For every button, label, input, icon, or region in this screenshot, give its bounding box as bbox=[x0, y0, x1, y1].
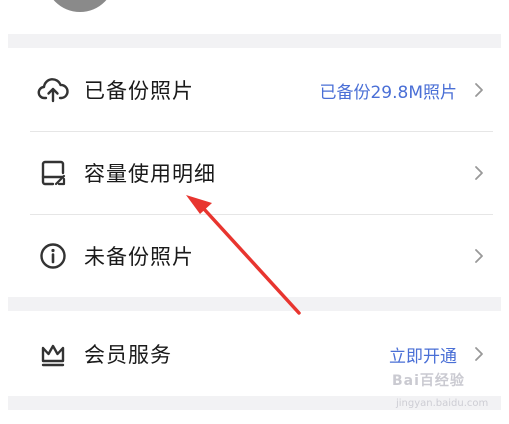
watermark-url: jingyan.baidu.com bbox=[396, 398, 489, 409]
unbacked-photos-label: 未备份照片 bbox=[84, 245, 194, 269]
watermark-brand: Bai百经验 bbox=[392, 373, 465, 389]
storage-usage-detail-label: 容量使用明细 bbox=[84, 162, 216, 186]
chevron-right-icon bbox=[469, 246, 489, 266]
storage-detail-icon bbox=[36, 156, 70, 190]
backed-up-photos-label: 已备份照片 bbox=[84, 79, 194, 103]
chevron-right-icon bbox=[469, 344, 489, 364]
membership-service-label: 会员服务 bbox=[84, 343, 172, 367]
backed-up-size-value: 已备份29.8M照片 bbox=[319, 82, 457, 103]
chevron-right-icon bbox=[469, 163, 489, 183]
cloud-upload-icon bbox=[36, 73, 70, 107]
unbacked-photos-row[interactable]: 未备份照片 bbox=[8, 215, 501, 297]
settings-screen: 已备份照片 已备份29.8M照片 容量使用明细 未备份照片 会员服务 立即开通 … bbox=[0, 0, 509, 424]
crown-icon bbox=[36, 337, 70, 371]
info-circle-icon bbox=[36, 239, 70, 273]
screen-edge bbox=[0, 0, 8, 424]
section-gap bbox=[8, 34, 501, 48]
section-gap bbox=[8, 297, 501, 311]
chevron-right-icon bbox=[469, 80, 489, 100]
avatar[interactable] bbox=[45, 0, 115, 12]
activate-now-link[interactable]: 立即开通 bbox=[389, 342, 457, 367]
backed-up-photos-row[interactable]: 已备份照片 已备份29.8M照片 bbox=[8, 49, 501, 131]
storage-usage-detail-row[interactable]: 容量使用明细 bbox=[8, 132, 501, 214]
screen-edge bbox=[501, 0, 509, 424]
